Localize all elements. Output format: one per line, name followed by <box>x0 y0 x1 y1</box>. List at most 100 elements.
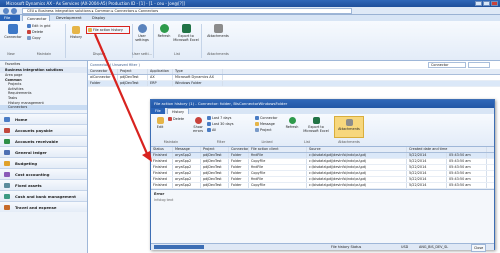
module-accounts-receivable[interactable]: Accounts receivable <box>0 135 87 146</box>
module-travel-expense[interactable]: Travel and expense <box>0 201 87 212</box>
popup-export-button[interactable]: Export to Microsoft Excel <box>302 117 330 133</box>
popup-edit-button[interactable]: Edit <box>154 117 166 129</box>
module-general-ledger[interactable]: General ledger <box>0 146 87 157</box>
column-header[interactable]: File action client <box>249 147 307 152</box>
infolog-text: Infolog text <box>154 198 174 202</box>
cell: findFile <box>249 165 307 170</box>
module-cost-accounting[interactable]: Cost accounting <box>0 168 87 179</box>
group-label-display: Display <box>92 52 106 56</box>
file-action-history-button[interactable]: File action history <box>86 26 130 34</box>
delete-icon <box>27 30 31 34</box>
copy-icon <box>27 36 31 40</box>
column-header[interactable]: Source <box>307 147 407 152</box>
address-bar: CEU ▸ Business integration solutions ▸ C… <box>0 7 500 15</box>
cell: c:\bisdata\pdj\devinfo\indx\ou\pdj <box>307 159 407 164</box>
forward-icon[interactable] <box>11 8 17 14</box>
divider <box>153 24 154 58</box>
nav-item-connectors[interactable]: Connectors <box>0 105 87 110</box>
error-icon <box>194 117 202 124</box>
popup-attachments-button[interactable]: Attachments <box>334 116 364 138</box>
accounts-receivable-icon <box>4 139 10 144</box>
module-accounts-payable[interactable]: Accounts payable <box>0 124 87 135</box>
cell: 05:43:50 am <box>447 153 487 158</box>
module-budgeting[interactable]: Budgeting <box>0 157 87 168</box>
history-grid: Status Message Project Connector File action… <box>151 147 494 189</box>
travel-icon <box>4 205 10 210</box>
edit-in-grid-button[interactable]: Edit in grid <box>27 24 50 28</box>
group-label-filter: Filter <box>216 140 226 144</box>
cell: c:\bisdata\pdj\devinfo\indx\ou\pdj <box>307 171 407 176</box>
copy-button[interactable]: Copy <box>27 36 41 40</box>
cell: aryaSpp2 <box>173 153 201 158</box>
attachments-button[interactable]: Attachments <box>203 24 233 38</box>
column-header[interactable]: Project <box>118 69 148 74</box>
window-controls <box>475 1 498 6</box>
user-settings-button[interactable]: User settings <box>133 24 151 42</box>
cell: 05:43:50 am <box>447 183 487 188</box>
cell: 05:43:50 am <box>447 177 487 182</box>
cell: 5/22/2014 <box>407 159 447 164</box>
module-cash-bank[interactable]: Cash and bank management <box>0 190 87 201</box>
column-header[interactable]: Project <box>201 147 229 152</box>
cell: AX <box>148 75 173 80</box>
cell: pdjDevTest <box>201 177 229 182</box>
linked-connector-button[interactable]: Connector <box>255 116 278 120</box>
history-button[interactable]: History <box>68 26 84 39</box>
cell: pdjDevTest <box>201 153 229 158</box>
cell: 5/22/2014 <box>407 177 447 182</box>
column-header[interactable]: Connector <box>88 69 118 74</box>
module-fixed-assets[interactable]: Fixed assets <box>0 179 87 190</box>
divider <box>65 24 66 58</box>
refresh-button[interactable]: Refresh <box>155 24 173 38</box>
back-icon[interactable] <box>3 8 9 14</box>
cell: c:\bisdata\pdj\devinfo\indx\ou\pdj <box>307 177 407 182</box>
delete-button[interactable]: Delete <box>27 30 43 34</box>
connector-button[interactable]: Connector <box>2 24 24 39</box>
linked-project-button[interactable]: Project <box>255 128 272 132</box>
cell: pdjDevTest <box>118 81 148 86</box>
show-errors-button[interactable]: Show errors <box>191 117 205 133</box>
module-home[interactable]: Home <box>0 113 87 124</box>
cell: 5/22/2014 <box>407 183 447 188</box>
all-button[interactable]: All <box>207 128 216 132</box>
file-action-history-window: File action history (1) - Connector: fol… <box>150 99 495 252</box>
column-header[interactable]: Connector <box>229 147 249 152</box>
column-header[interactable]: Message <box>173 147 201 152</box>
project-icon <box>255 128 259 132</box>
maximize-button[interactable] <box>483 1 490 6</box>
column-header[interactable]: Application <box>148 69 173 74</box>
group-label-new: New <box>7 52 15 56</box>
last-30-days-button[interactable]: Last 30 days <box>207 122 234 126</box>
group-label-attachments: Attachments <box>338 140 360 144</box>
group-label-user: User setti... <box>132 52 152 56</box>
window-title: Microsoft Dynamics AX - Ax Services (AX-… <box>6 1 185 6</box>
grid-icon <box>27 24 31 28</box>
last-7-days-button[interactable]: Last 7 days <box>207 116 231 120</box>
cell: c:\bisdata\pdj\devinfo\indx\ou\pdj <box>307 153 407 158</box>
cell: ERP <box>148 81 173 86</box>
column-header[interactable]: Type <box>173 69 223 74</box>
file-history-icon <box>88 28 92 32</box>
minimize-button[interactable] <box>475 1 482 6</box>
cell: Folder <box>88 81 118 86</box>
column-header[interactable]: Status <box>151 147 173 152</box>
navigation-pane: Favorites Business integration solutions… <box>0 61 88 253</box>
breadcrumb[interactable]: CEU ▸ Business integration solutions ▸ C… <box>22 8 352 14</box>
assets-icon <box>4 183 10 188</box>
calendar-icon <box>207 122 211 126</box>
record-navigation[interactable] <box>154 245 204 249</box>
column-header[interactable]: Created date and time <box>407 147 487 152</box>
linked-message-button[interactable]: Message <box>255 122 275 126</box>
popup-delete-button[interactable]: Delete <box>168 117 184 121</box>
popup-refresh-button[interactable]: Refresh <box>284 117 300 129</box>
filter-search-input[interactable] <box>468 62 490 68</box>
cost-icon <box>4 172 10 177</box>
close-button[interactable] <box>491 1 498 6</box>
filter-dropdown[interactable]: Connector <box>428 62 466 68</box>
cell: pdjDevTest <box>201 159 229 164</box>
export-excel-button[interactable]: Export to Microsoft Excel <box>173 24 199 42</box>
popup-title: File action history (1) - Connector: fol… <box>151 100 494 108</box>
popup-close-button[interactable]: Close <box>471 244 487 252</box>
table-row[interactable]: Folder pdjDevTest ERP Windows Folder <box>88 81 500 87</box>
currency-indicator: USD <box>401 245 409 249</box>
